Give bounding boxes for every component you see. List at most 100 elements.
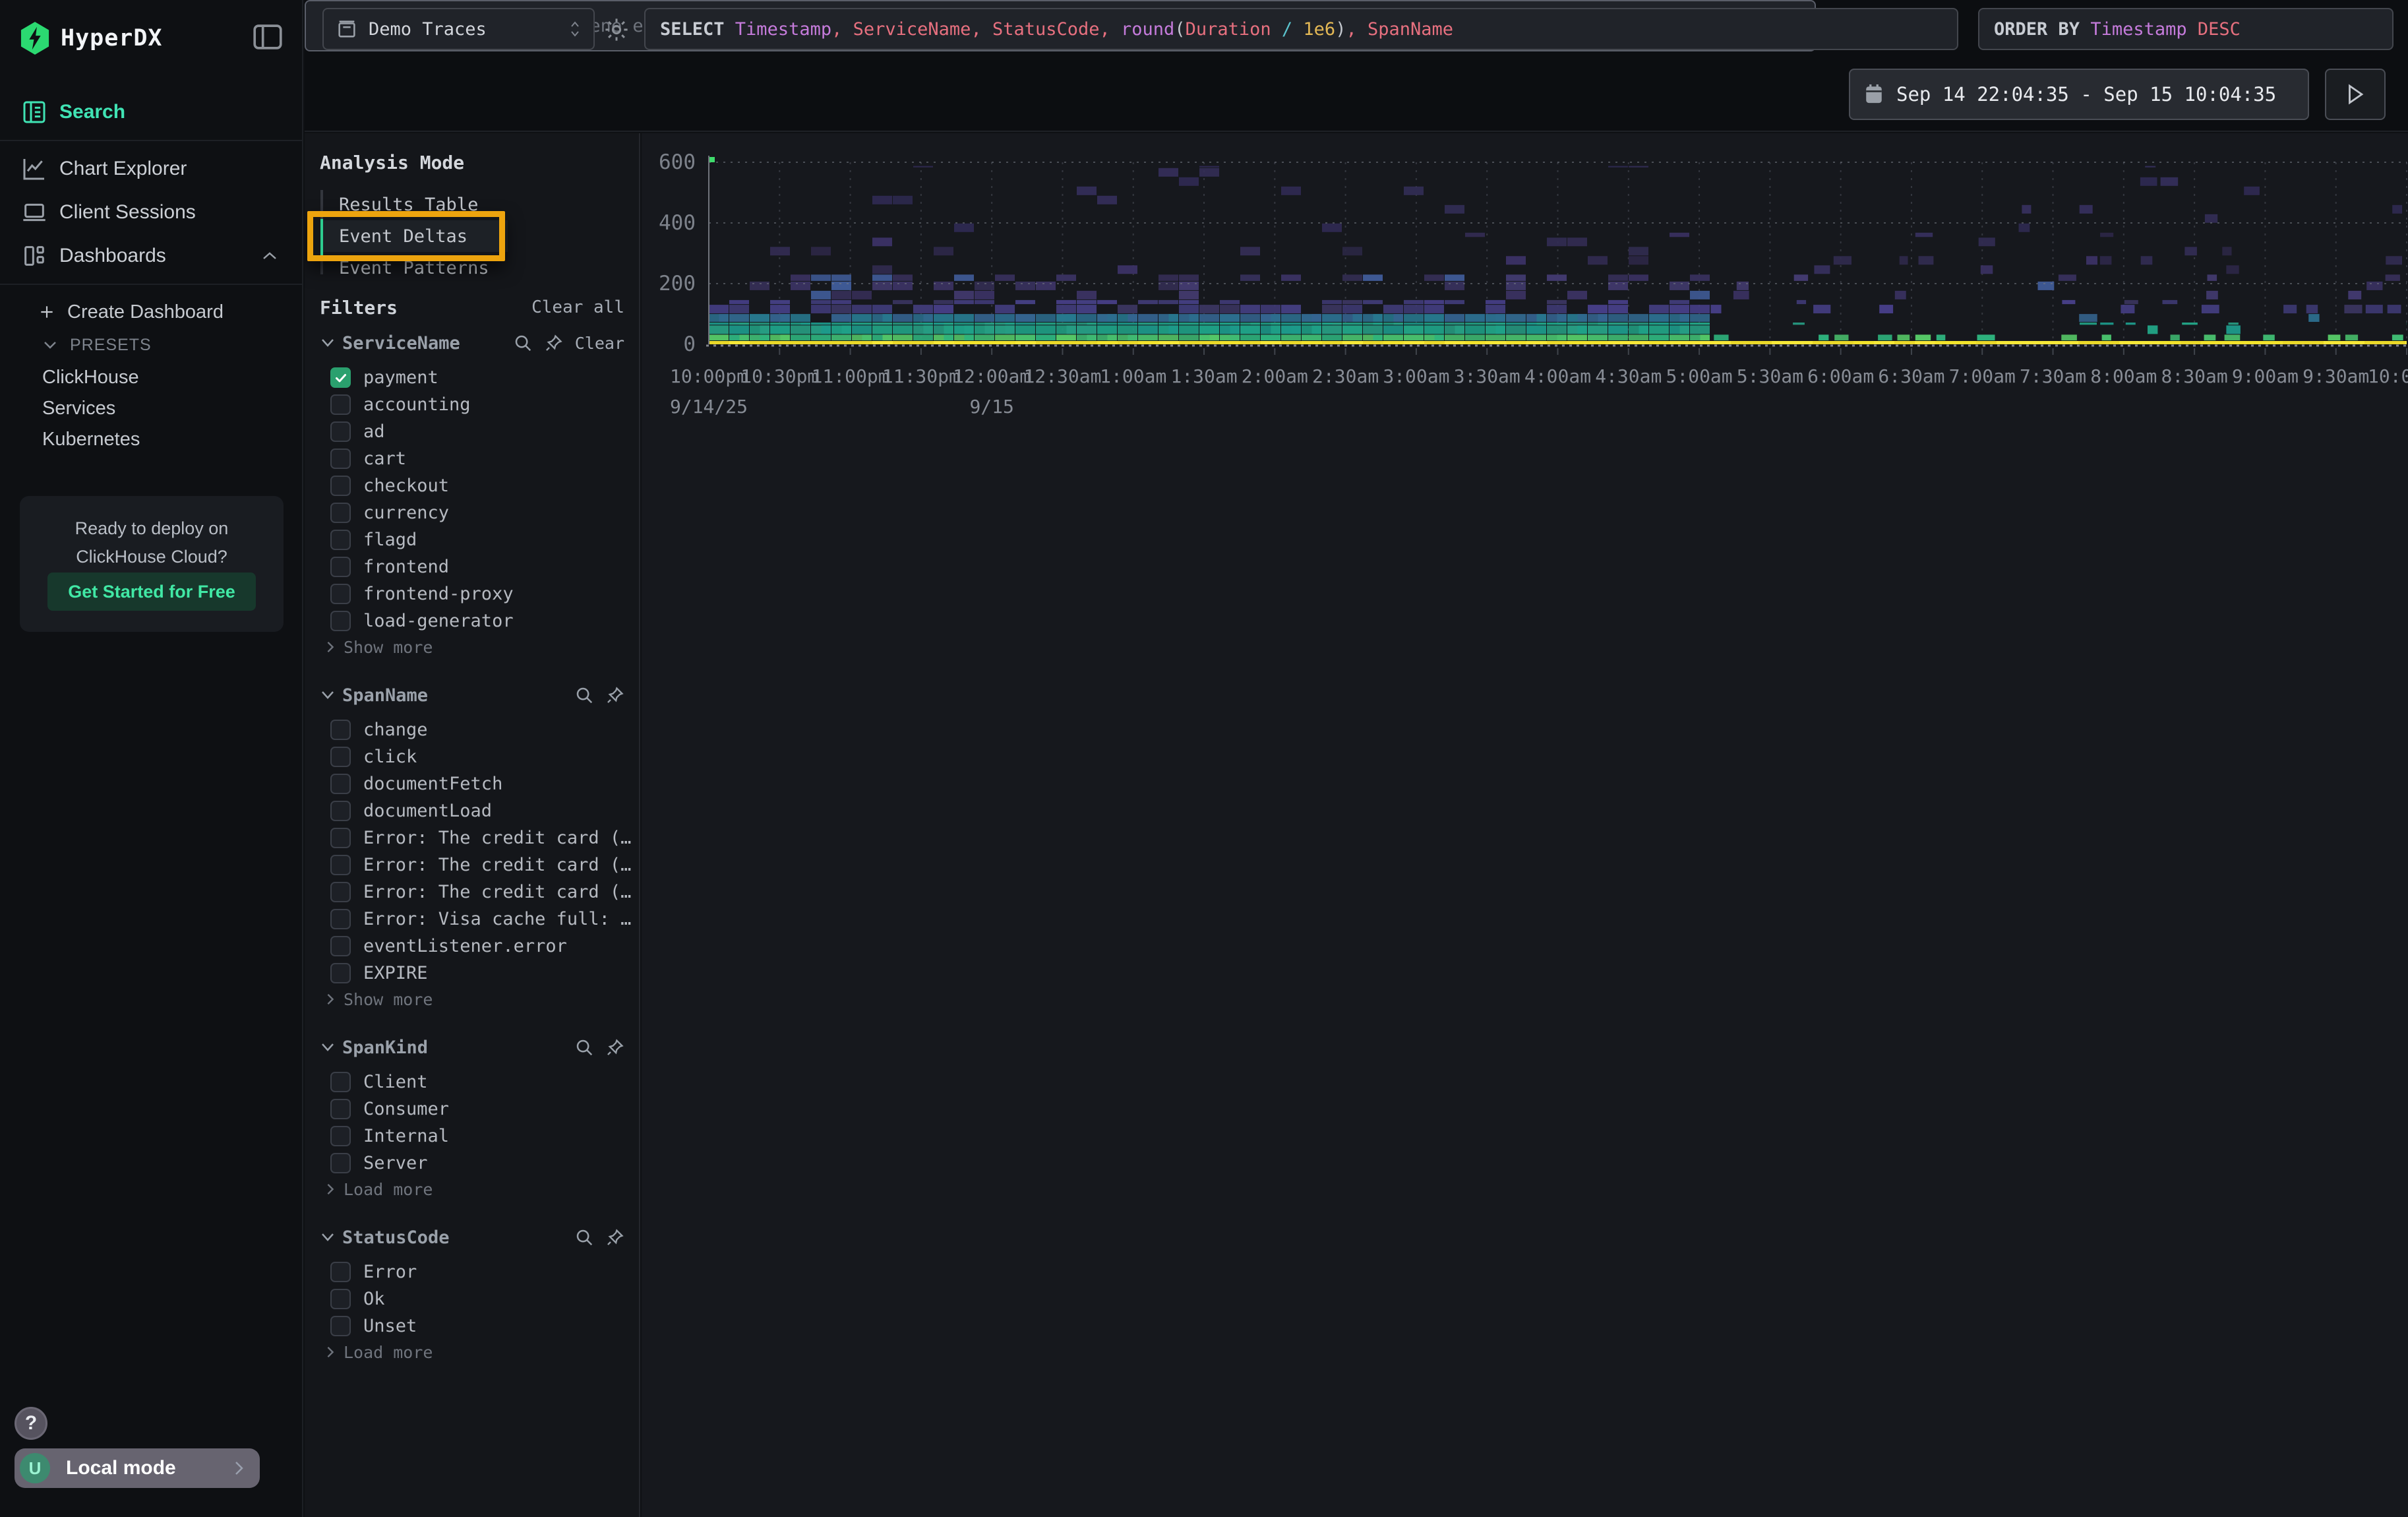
filter-checkbox-row[interactable]: ad bbox=[320, 418, 624, 445]
filter-checkbox-row[interactable]: load-generator bbox=[320, 607, 624, 635]
filter-checkbox-row[interactable]: eventListener.error bbox=[320, 933, 624, 960]
preset-item-clickhouse[interactable]: ClickHouse bbox=[42, 364, 139, 390]
filter-checkbox-row[interactable]: Consumer bbox=[320, 1096, 624, 1123]
filter-checkbox-row[interactable]: Server bbox=[320, 1150, 624, 1177]
filter-checkbox-row[interactable]: EXPIRE bbox=[320, 960, 624, 987]
checkbox[interactable] bbox=[330, 530, 351, 550]
checkbox[interactable] bbox=[330, 936, 351, 956]
checkbox[interactable] bbox=[330, 909, 351, 929]
mode-event-patterns[interactable]: Event Patterns bbox=[323, 252, 508, 284]
search-icon[interactable] bbox=[574, 1227, 594, 1247]
checkbox[interactable] bbox=[330, 1126, 351, 1146]
filter-checkbox-row[interactable]: cart bbox=[320, 445, 624, 472]
sql-select-editor[interactable]: SELECT Timestamp, ServiceName, StatusCod… bbox=[644, 8, 1958, 50]
source-select[interactable]: Demo Traces bbox=[322, 8, 595, 50]
checkbox[interactable] bbox=[330, 1072, 351, 1092]
pin-icon[interactable] bbox=[606, 1037, 624, 1057]
checkbox[interactable] bbox=[330, 503, 351, 523]
filter-checkbox-row[interactable]: click bbox=[320, 743, 624, 770]
filter-checkbox-row[interactable]: frontend-proxy bbox=[320, 580, 624, 607]
pin-icon[interactable] bbox=[545, 333, 563, 353]
filter-checkbox-row[interactable]: Unset bbox=[320, 1313, 624, 1340]
chevron-down-icon[interactable] bbox=[320, 1232, 336, 1243]
checkbox[interactable] bbox=[330, 394, 351, 415]
mode-event-deltas[interactable]: Event Deltas bbox=[323, 220, 508, 252]
checkbox[interactable] bbox=[330, 882, 351, 902]
checkbox[interactable] bbox=[330, 367, 351, 388]
filter-checkbox-row[interactable]: Error: Visa cache full: … bbox=[320, 906, 624, 933]
filter-checkbox-row[interactable]: change bbox=[320, 716, 624, 743]
checkbox[interactable] bbox=[330, 1099, 351, 1119]
checkbox[interactable] bbox=[330, 1153, 351, 1173]
checkbox[interactable] bbox=[330, 557, 351, 577]
get-started-button[interactable]: Get Started for Free bbox=[47, 573, 256, 611]
filter-group-name[interactable]: StatusCode bbox=[342, 1227, 450, 1248]
chevron-down-icon[interactable] bbox=[320, 1042, 336, 1053]
preset-item-services[interactable]: Services bbox=[42, 395, 115, 421]
checkbox[interactable] bbox=[330, 1316, 351, 1336]
checkbox[interactable] bbox=[330, 1262, 351, 1282]
filter-checkbox-row[interactable]: flagd bbox=[320, 526, 624, 553]
help-button[interactable]: ? bbox=[15, 1407, 47, 1440]
pin-icon[interactable] bbox=[606, 685, 624, 705]
checkbox[interactable] bbox=[330, 801, 351, 821]
filter-checkbox-row[interactable]: checkout bbox=[320, 472, 624, 499]
show-more-toggle[interactable]: Show more bbox=[320, 987, 624, 1012]
filter-checkbox-row[interactable]: documentLoad bbox=[320, 797, 624, 824]
checkbox[interactable] bbox=[330, 855, 351, 875]
checkbox[interactable] bbox=[330, 476, 351, 496]
checkbox[interactable] bbox=[330, 747, 351, 767]
search-icon[interactable] bbox=[513, 333, 533, 353]
filter-checkbox-row[interactable]: Error: The credit card (… bbox=[320, 851, 624, 879]
sidebar-item-client-sessions[interactable]: Client Sessions bbox=[0, 197, 302, 228]
filter-checkbox-row[interactable]: Error bbox=[320, 1258, 624, 1285]
gear-icon[interactable] bbox=[603, 16, 630, 44]
filter-checkbox-row[interactable]: Error: The credit card (… bbox=[320, 824, 624, 851]
order-by-editor[interactable]: ORDER BY Timestamp DESC bbox=[1978, 8, 2393, 50]
checkbox[interactable] bbox=[330, 1289, 351, 1309]
clear-group-link[interactable]: Clear bbox=[575, 334, 624, 353]
sidebar-item-dashboards[interactable]: Dashboards bbox=[0, 240, 302, 272]
run-query-button[interactable] bbox=[2325, 69, 2386, 120]
time-range-picker[interactable]: Sep 14 22:04:35 - Sep 15 10:04:35 bbox=[1849, 69, 2309, 120]
create-dashboard-button[interactable]: Create Dashboard bbox=[38, 298, 224, 326]
checkbox[interactable] bbox=[330, 421, 351, 442]
checkbox[interactable] bbox=[330, 774, 351, 794]
search-icon[interactable] bbox=[574, 685, 594, 705]
filter-checkbox-row[interactable]: Ok bbox=[320, 1285, 624, 1313]
show-more-toggle[interactable]: Show more bbox=[320, 635, 624, 660]
filter-group-name[interactable]: SpanName bbox=[342, 685, 428, 706]
search-icon[interactable] bbox=[574, 1037, 594, 1057]
logo[interactable]: HyperDX bbox=[20, 20, 289, 57]
chevron-down-icon[interactable] bbox=[320, 690, 336, 700]
preset-item-kubernetes[interactable]: Kubernetes bbox=[42, 426, 140, 452]
filter-group-name[interactable]: ServiceName bbox=[342, 333, 460, 354]
show-more-toggle[interactable]: Load more bbox=[320, 1340, 624, 1365]
clear-all-link[interactable]: Clear all bbox=[531, 297, 624, 317]
pin-icon[interactable] bbox=[606, 1227, 624, 1247]
account-menu[interactable]: U Local mode bbox=[15, 1448, 260, 1488]
duration-heatmap-chart[interactable]: 020040060010:00pm10:30pm11:00pm11:30pm12… bbox=[642, 133, 2408, 635]
mode-results-table[interactable]: Results Table bbox=[323, 189, 508, 220]
filter-group-name[interactable]: SpanKind bbox=[342, 1037, 428, 1058]
presets-toggle[interactable]: PRESETS bbox=[42, 332, 152, 357]
filter-checkbox-row[interactable]: Error: The credit card (… bbox=[320, 879, 624, 906]
filter-checkbox-row[interactable]: payment bbox=[320, 364, 624, 391]
checkbox[interactable] bbox=[330, 828, 351, 848]
filter-checkbox-row[interactable]: accounting bbox=[320, 391, 624, 418]
chevron-down-icon[interactable] bbox=[320, 338, 336, 348]
checkbox[interactable] bbox=[330, 611, 351, 631]
filter-checkbox-row[interactable]: Client bbox=[320, 1068, 624, 1096]
checkbox[interactable] bbox=[330, 584, 351, 604]
checkbox[interactable] bbox=[330, 449, 351, 469]
sidebar-item-search[interactable]: Search bbox=[0, 96, 302, 128]
filter-checkbox-row[interactable]: documentFetch bbox=[320, 770, 624, 797]
filter-checkbox-row[interactable]: currency bbox=[320, 499, 624, 526]
filter-checkbox-row[interactable]: Internal bbox=[320, 1123, 624, 1150]
sidebar-collapse-icon[interactable] bbox=[253, 24, 282, 50]
show-more-toggle[interactable]: Load more bbox=[320, 1177, 624, 1202]
sidebar-item-chart-explorer[interactable]: Chart Explorer bbox=[0, 153, 302, 185]
filter-checkbox-row[interactable]: frontend bbox=[320, 553, 624, 580]
checkbox[interactable] bbox=[330, 720, 351, 740]
checkbox[interactable] bbox=[330, 963, 351, 983]
